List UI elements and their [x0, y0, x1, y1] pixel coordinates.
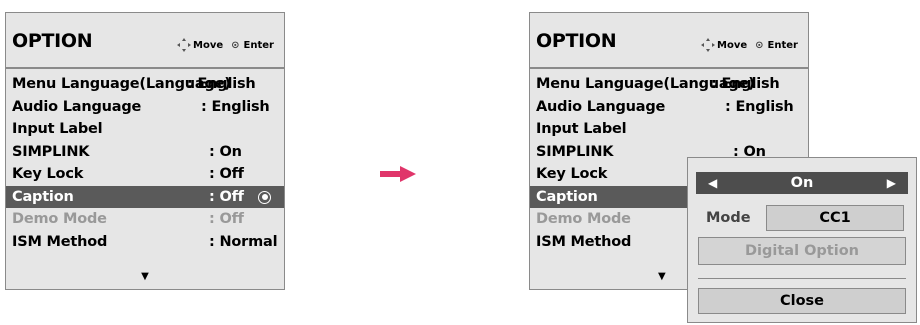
- menu-item-menu-language[interactable]: Menu Language(Language) : English: [530, 73, 808, 96]
- menu-item-audio-language[interactable]: Audio Language : English: [530, 96, 808, 119]
- caption-selector[interactable]: ◀ On ▶: [696, 172, 908, 194]
- menu-list: Menu Language(Language) : English Audio …: [6, 73, 284, 253]
- mode-value-field[interactable]: CC1: [766, 205, 904, 231]
- menu-item-key-lock[interactable]: Key Lock : Off: [6, 163, 284, 186]
- caption-popup: ◀ On ▶ Mode CC1 Digital Option Close: [687, 157, 917, 323]
- menu-header: OPTION Move ⊙ Enter: [530, 13, 808, 67]
- menu-item-input-label[interactable]: Input Label: [530, 118, 808, 141]
- dpad-icon: [701, 38, 716, 52]
- enter-icon: ⊙: [755, 39, 764, 51]
- close-button[interactable]: Close: [698, 288, 906, 314]
- menu-item-input-label[interactable]: Input Label: [6, 118, 284, 141]
- option-menu-left: OPTION Move ⊙ Enter Menu Language(Langua…: [5, 12, 285, 290]
- right-arrow-icon: [380, 166, 416, 182]
- menu-item-menu-language[interactable]: Menu Language(Language) : English: [6, 73, 284, 96]
- enter-icon: ⊙: [231, 39, 240, 51]
- menu-item-audio-language[interactable]: Audio Language : English: [6, 96, 284, 119]
- enter-indicator-icon: [258, 190, 271, 204]
- mode-label: Mode: [706, 210, 751, 226]
- popup-divider: [698, 278, 906, 279]
- menu-item-demo-mode: Demo Mode : Off: [12, 211, 244, 227]
- move-hint: Move: [701, 38, 747, 52]
- scroll-down-icon[interactable]: ▼: [6, 271, 284, 282]
- right-arrow-icon[interactable]: ▶: [887, 172, 896, 194]
- move-hint: Move: [177, 38, 223, 52]
- menu-item-ism-method[interactable]: ISM Method : Normal: [6, 231, 284, 254]
- menu-header: OPTION Move ⊙ Enter: [6, 13, 284, 67]
- key-hints: Move ⊙ Enter: [693, 38, 798, 52]
- key-hints: Move ⊙ Enter: [169, 38, 274, 52]
- menu-item-simplink[interactable]: SIMPLINK : On: [6, 141, 284, 164]
- dpad-icon: [177, 38, 192, 52]
- menu-title: OPTION: [536, 30, 617, 52]
- menu-item-caption[interactable]: Caption : Off: [6, 185, 284, 208]
- enter-hint: ⊙ Enter: [231, 39, 274, 51]
- enter-hint: ⊙ Enter: [755, 39, 798, 51]
- menu-title: OPTION: [12, 30, 93, 52]
- digital-option-button: Digital Option: [698, 237, 906, 265]
- left-arrow-icon[interactable]: ◀: [708, 172, 717, 194]
- header-divider: [530, 67, 808, 69]
- header-divider: [6, 67, 284, 69]
- caption-selector-value: On: [790, 175, 814, 191]
